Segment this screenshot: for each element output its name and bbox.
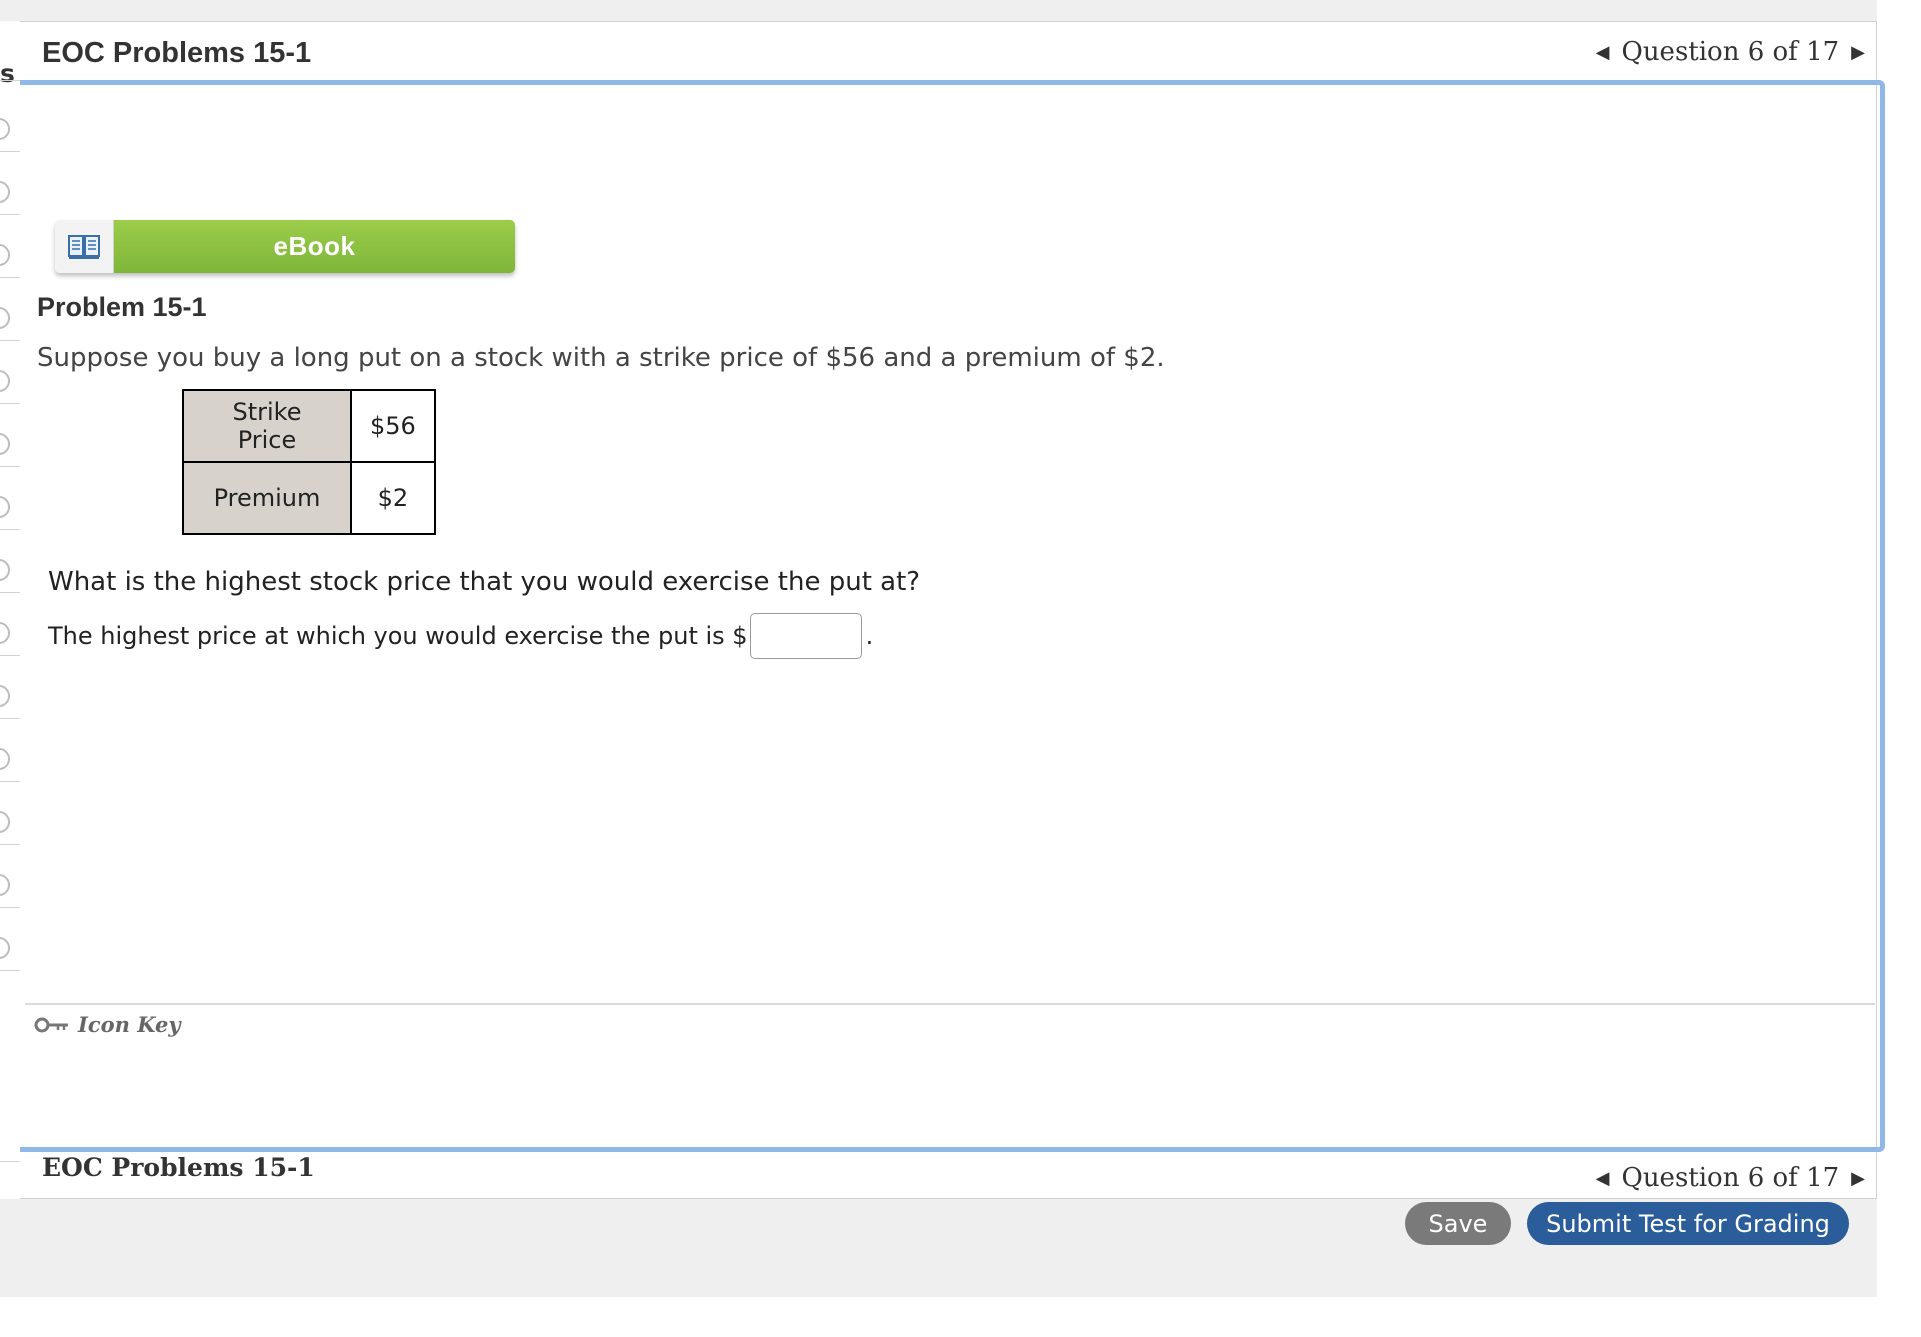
question-status-circle[interactable] xyxy=(0,622,10,644)
table-row: Premium $2 xyxy=(182,461,436,535)
question-status-circle[interactable] xyxy=(0,307,10,329)
question-status-circle[interactable] xyxy=(0,685,10,707)
icon-key-link[interactable]: Icon Key xyxy=(34,1012,181,1037)
problem-data-table: Strike Price $56 Premium $2 xyxy=(182,389,436,535)
key-icon xyxy=(34,1017,68,1032)
question-navigator-bottom: ◀ Question 6 of 17 ▶ xyxy=(1596,1163,1865,1193)
sidebar-divider xyxy=(0,403,20,404)
sidebar-divider xyxy=(0,718,20,719)
submit-test-button[interactable]: Submit Test for Grading xyxy=(1527,1202,1849,1245)
question-status-circle[interactable] xyxy=(0,748,10,770)
sidebar-divider xyxy=(0,592,20,593)
sidebar-divider xyxy=(0,151,20,152)
question-navigator-top: ◀ Question 6 of 17 ▶ xyxy=(1596,37,1865,67)
question-counter: Question 6 of 17 xyxy=(1621,37,1840,67)
answer-input[interactable] xyxy=(749,613,862,659)
answer-prefix: The highest price at which you would exe… xyxy=(48,622,748,650)
question-status-circle[interactable] xyxy=(0,370,10,392)
sidebar-divider xyxy=(0,1161,20,1162)
previous-question-icon[interactable]: ◀ xyxy=(1596,1168,1610,1189)
answer-line: The highest price at which you would exe… xyxy=(48,613,873,659)
sidebar-divider xyxy=(0,655,20,656)
question-status-circle[interactable] xyxy=(0,937,10,959)
sidebar-divider xyxy=(0,277,20,278)
question-status-circle[interactable] xyxy=(0,874,10,896)
table-row-label: Premium xyxy=(182,461,352,535)
question-status-circle[interactable] xyxy=(0,496,10,518)
sidebar-divider xyxy=(0,214,20,215)
icon-key-label: Icon Key xyxy=(78,1012,181,1037)
save-button[interactable]: Save xyxy=(1405,1202,1511,1245)
sidebar-divider xyxy=(0,907,20,908)
question-counter: Question 6 of 17 xyxy=(1621,1163,1840,1193)
footer-assignment-title: EOC Problems 15-1 xyxy=(42,1153,315,1182)
sidebar-divider xyxy=(0,466,20,467)
question-status-circle[interactable] xyxy=(0,559,10,581)
answer-suffix: . xyxy=(865,622,874,650)
table-row-value: $2 xyxy=(350,461,436,535)
question-status-circle[interactable] xyxy=(0,433,10,455)
open-book-icon xyxy=(55,220,114,273)
question-text: What is the highest stock price that you… xyxy=(48,567,921,597)
ebook-button[interactable]: eBook xyxy=(55,220,515,273)
next-question-icon[interactable]: ▶ xyxy=(1851,1168,1865,1189)
question-status-circle[interactable] xyxy=(0,118,10,140)
content-divider xyxy=(25,1003,1875,1005)
next-question-icon[interactable]: ▶ xyxy=(1851,42,1865,63)
sidebar-divider xyxy=(0,844,20,845)
question-status-circle[interactable] xyxy=(0,811,10,833)
problem-statement: Suppose you buy a long put on a stock wi… xyxy=(37,343,1165,373)
table-row-label: Strike Price xyxy=(182,389,352,463)
previous-question-icon[interactable]: ◀ xyxy=(1596,42,1610,63)
sidebar-divider xyxy=(0,340,20,341)
sidebar-divider xyxy=(0,529,20,530)
question-status-circle[interactable] xyxy=(0,244,10,266)
question-list-sidebar: s xyxy=(0,21,21,1199)
question-status-circle[interactable] xyxy=(0,181,10,203)
sidebar-divider xyxy=(0,781,20,782)
sidebar-divider xyxy=(0,80,20,81)
problem-title: Problem 15-1 xyxy=(37,292,207,322)
table-row: Strike Price $56 xyxy=(182,389,436,463)
sidebar-divider xyxy=(0,970,20,971)
sidebar-partial-letter: s xyxy=(0,59,15,88)
ebook-label: eBook xyxy=(114,220,515,273)
table-row-value: $56 xyxy=(350,389,436,463)
assignment-title: EOC Problems 15-1 xyxy=(42,37,312,69)
